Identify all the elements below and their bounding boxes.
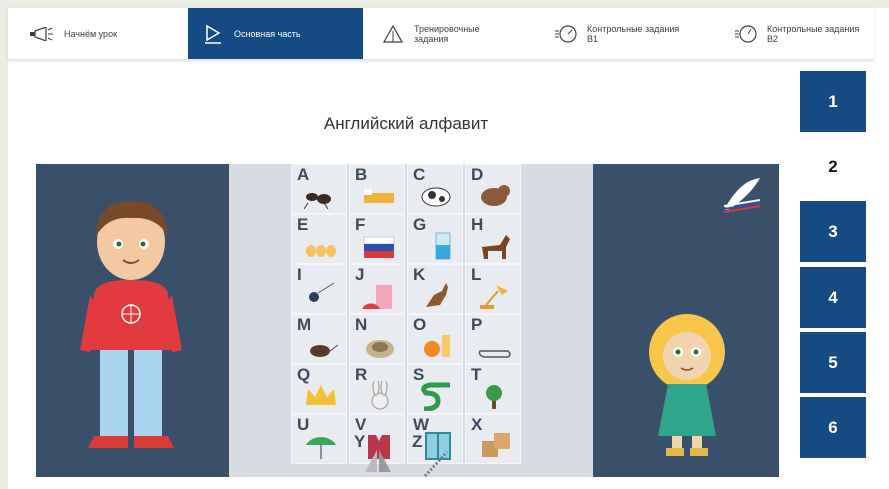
letter-card: J — [349, 264, 405, 314]
letter-card: S — [407, 364, 463, 414]
tab-label: Тренировочные задания — [414, 23, 480, 44]
queen-crown-picture — [306, 385, 336, 405]
boy-illustration — [80, 201, 182, 448]
letter-card: L — [465, 264, 521, 314]
cow-picture — [421, 187, 451, 207]
letter-card: Z — [407, 432, 463, 482]
letter-card: M — [291, 314, 347, 364]
tab-control-b2[interactable]: Контрольные задания В2 — [723, 8, 874, 59]
glass-picture — [435, 232, 451, 260]
snake-picture — [421, 382, 450, 411]
letter-card: F — [349, 214, 405, 264]
slide-number-2[interactable]: 2 — [800, 136, 866, 197]
play-icon — [200, 24, 226, 44]
mouse-picture — [310, 344, 338, 357]
letter: I — [297, 265, 302, 284]
letter-card: N — [349, 314, 405, 364]
letter-card: X — [465, 414, 521, 464]
slide-number-4[interactable]: 4 — [800, 267, 866, 328]
slide-number-6[interactable]: 6 — [800, 397, 866, 458]
letter-card: E — [291, 214, 347, 264]
tab-label: Основная часть — [234, 28, 301, 39]
alphabet-slide: A B C D E F G H I J K L M N O P Q R S T … — [36, 164, 779, 478]
tab-label: Начнём урок — [64, 28, 118, 39]
girl-illustration — [649, 314, 725, 456]
quill-logo-icon — [723, 178, 761, 213]
slide-title: Английский алфавит — [323, 114, 489, 133]
letter-card: Q — [291, 364, 347, 414]
megaphone-icon — [30, 24, 56, 44]
letter-card: R — [349, 364, 405, 414]
letter-card: I — [291, 264, 347, 314]
tab-training-tasks[interactable]: Тренировочные задания — [370, 8, 540, 59]
timer-icon — [733, 24, 759, 44]
dog-picture — [481, 185, 510, 206]
yacht-picture — [365, 450, 391, 472]
letter-card: D — [465, 164, 521, 214]
tree-picture — [486, 385, 502, 409]
letter-card: C — [407, 164, 463, 214]
letter-card: U — [291, 414, 347, 464]
nest-picture — [366, 340, 394, 358]
letter-card: H — [465, 214, 521, 264]
rabbit-picture — [371, 381, 389, 410]
tab-start-lesson[interactable]: Начнём урок — [8, 8, 183, 59]
letter-card: A — [291, 164, 347, 214]
letter-card: G — [407, 214, 463, 264]
kangaroo-picture — [426, 283, 448, 307]
umbrella-picture — [306, 437, 336, 459]
tab-control-b1[interactable]: Контрольные задания В1 — [553, 8, 723, 59]
tab-main-part[interactable]: Основная часть — [188, 8, 363, 59]
slide-number-5[interactable]: 5 — [800, 332, 866, 393]
flag-picture — [363, 236, 395, 258]
eggs-picture — [306, 245, 336, 257]
letter-card: B — [349, 164, 405, 214]
orange-picture — [424, 335, 450, 357]
zipper-picture — [423, 450, 449, 478]
letter-card: P — [465, 314, 521, 364]
letter-card: Y — [349, 432, 405, 482]
ant-picture — [304, 193, 331, 210]
jam-picture — [362, 285, 392, 309]
alphabet-panel: A B C D E F G H I J K L M N O P Q R S T … — [229, 164, 593, 478]
letter-card: T — [465, 364, 521, 414]
ice-picture — [309, 282, 335, 302]
box-picture — [482, 433, 510, 457]
letter-card: O — [407, 314, 463, 364]
bed-picture — [364, 189, 394, 203]
horse-picture — [482, 235, 510, 259]
pin-picture — [478, 350, 511, 358]
timer-icon — [553, 24, 579, 44]
lesson-nav: Начнём урок Основная часть Тренировочные… — [8, 8, 874, 60]
letter-card: K — [407, 264, 463, 314]
triangle-icon — [380, 24, 406, 44]
lamp-picture — [480, 285, 508, 309]
tab-label: Контрольные задания В2 — [767, 23, 860, 44]
slide-number-3[interactable]: 3 — [800, 201, 866, 262]
slide-number-1[interactable]: 1 — [800, 71, 866, 132]
tab-label: Контрольные задания В1 — [587, 23, 680, 44]
